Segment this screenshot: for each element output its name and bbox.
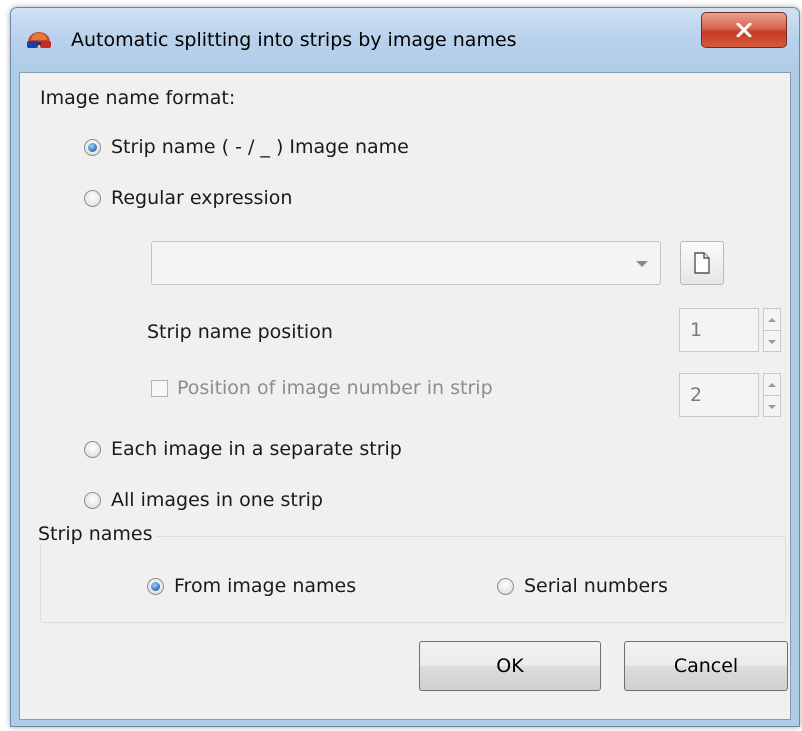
browse-file-button[interactable] bbox=[680, 241, 724, 285]
close-icon bbox=[736, 23, 752, 37]
radio-strip-name-image-name-label[interactable]: Strip name ( - / _ ) Image name bbox=[111, 136, 409, 158]
image-name-format-heading: Image name format: bbox=[40, 87, 236, 109]
strip-names-legend: Strip names bbox=[34, 523, 157, 545]
strip-name-position-label: Strip name position bbox=[147, 321, 333, 343]
radio-all-images-one-strip[interactable] bbox=[84, 492, 101, 509]
image-number-checkbox[interactable] bbox=[151, 380, 168, 397]
image-number-position-field[interactable]: 2 bbox=[679, 373, 759, 417]
radio-from-image-names-label[interactable]: From image names bbox=[174, 575, 356, 597]
radio-each-image-separate-strip[interactable] bbox=[84, 441, 101, 458]
3d-glasses-icon bbox=[27, 32, 51, 48]
strip-name-position-field[interactable]: 1 bbox=[679, 308, 759, 352]
radio-regular-expression-label[interactable]: Regular expression bbox=[111, 187, 292, 209]
regex-combobox[interactable] bbox=[151, 241, 661, 285]
chevron-down-icon bbox=[636, 261, 648, 267]
spin-down-icon[interactable] bbox=[764, 330, 780, 352]
spin-up-icon[interactable] bbox=[764, 374, 780, 395]
spin-down-icon[interactable] bbox=[764, 395, 780, 417]
radio-from-image-names[interactable] bbox=[147, 578, 164, 595]
dialog-body: Image name format: Strip name ( - / _ ) … bbox=[19, 72, 791, 720]
document-icon bbox=[694, 252, 710, 274]
ok-button[interactable]: OK bbox=[419, 641, 601, 691]
window-title: Automatic splitting into strips by image… bbox=[71, 29, 517, 51]
title-bar[interactable]: Automatic splitting into strips by image… bbox=[11, 8, 799, 72]
spin-up-icon[interactable] bbox=[764, 309, 780, 330]
radio-serial-numbers-label[interactable]: Serial numbers bbox=[524, 575, 668, 597]
close-button[interactable] bbox=[701, 12, 787, 48]
radio-regular-expression[interactable] bbox=[84, 190, 101, 207]
radio-each-image-separate-strip-label[interactable]: Each image in a separate strip bbox=[111, 438, 402, 460]
dialog-window: Automatic splitting into strips by image… bbox=[10, 7, 800, 727]
cancel-button[interactable]: Cancel bbox=[624, 641, 788, 691]
radio-serial-numbers[interactable] bbox=[497, 578, 514, 595]
image-number-position-label: Position of image number in strip bbox=[177, 377, 493, 399]
radio-all-images-one-strip-label[interactable]: All images in one strip bbox=[111, 489, 323, 511]
radio-strip-name-image-name[interactable] bbox=[84, 139, 101, 156]
strip-name-position-spinner[interactable] bbox=[763, 308, 781, 352]
image-number-position-spinner[interactable] bbox=[763, 373, 781, 417]
